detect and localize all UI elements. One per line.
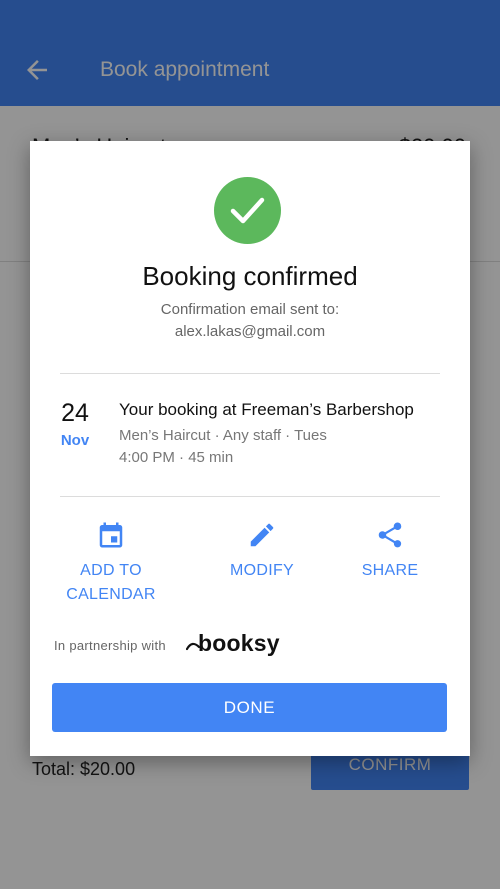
share-button[interactable]: SHARE <box>350 519 430 583</box>
done-button[interactable]: DONE <box>52 683 447 732</box>
divider <box>60 373 440 374</box>
booksy-logo-text: booksy <box>198 630 280 656</box>
partnership-text: In partnership with <box>54 638 166 653</box>
add-to-calendar-label-line2: CALENDAR <box>66 586 156 603</box>
add-to-calendar-label-line1: ADD TO <box>80 562 142 579</box>
confirmation-email: alex.lakas@gmail.com <box>174 323 326 340</box>
share-label: SHARE <box>361 562 419 579</box>
check-circle-icon <box>214 177 281 244</box>
dialog-title: Booking confirmed <box>142 261 358 291</box>
booking-time: 4:00 PM · 45 min <box>119 449 234 466</box>
share-icon <box>375 519 405 551</box>
add-to-calendar-button[interactable]: ADD TO CALENDAR <box>56 519 166 607</box>
booking-confirmed-dialog: Booking confirmed Confirmation email sen… <box>30 141 470 756</box>
booking-month: Nov <box>60 432 90 449</box>
booking-day: 24 <box>61 399 89 427</box>
confirmation-subtitle: Confirmation email sent to: <box>160 301 340 318</box>
calendar-icon <box>96 519 126 551</box>
modify-button[interactable]: MODIFY <box>202 519 322 583</box>
divider <box>60 496 440 497</box>
booking-details: Men’s Haircut · Any staff · Tues <box>119 427 327 444</box>
booking-title: Your booking at Freeman’s Barbershop <box>119 400 414 419</box>
pencil-icon <box>247 519 277 551</box>
modify-label: MODIFY <box>229 562 295 579</box>
